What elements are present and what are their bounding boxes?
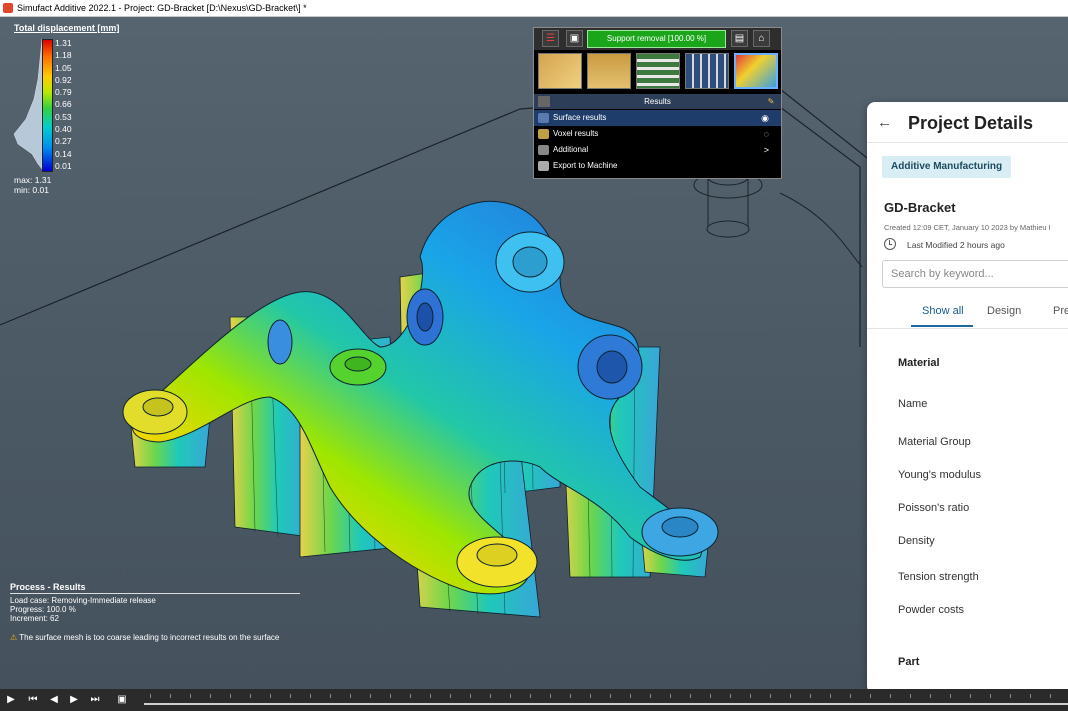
legend-minmax: max: 1.31 min: 0.01 xyxy=(14,175,51,195)
process-info: Process - Results Load case: Removing-Im… xyxy=(10,583,300,642)
legend-title: Total displacement [mm] xyxy=(14,23,120,33)
app-icon xyxy=(3,3,13,13)
legend-tick: 0.27 xyxy=(55,136,72,147)
timeline-track[interactable] xyxy=(144,703,1068,705)
increment: Increment: 62 xyxy=(10,614,59,623)
results-icon xyxy=(538,96,550,107)
play-icon[interactable]: ▶ xyxy=(4,693,18,707)
3d-viewport[interactable]: Total displacement [mm] 1.31 1.18 1.05 0… xyxy=(0,17,1068,689)
step-back-icon[interactable]: ◀ xyxy=(47,693,61,707)
support-removal-button[interactable]: Support removal [100.00 %] xyxy=(587,30,726,48)
clipboard-icon[interactable]: ▤ xyxy=(731,30,748,47)
legend-tick: 0.92 xyxy=(55,74,72,85)
timeline-ticks xyxy=(150,694,1068,698)
pin-icon[interactable]: ✎ xyxy=(765,96,777,107)
legend-tick: 0.53 xyxy=(55,111,72,122)
build-step-tile[interactable] xyxy=(538,53,582,89)
section-part: Part xyxy=(898,656,920,668)
results-header: Results ✎ xyxy=(534,94,781,109)
voxel-icon[interactable]: ◌ xyxy=(764,126,769,142)
menu-item-additional[interactable]: Additional > xyxy=(534,142,781,158)
row-name: Name xyxy=(898,398,928,410)
last-modified: Last Modified 2 hours ago xyxy=(907,240,1005,250)
active-tab-indicator xyxy=(911,325,973,327)
project-details-panel: ← Project Details Additive Manufacturing… xyxy=(867,102,1068,689)
menu-item-export-to-machine[interactable]: Export to Machine xyxy=(534,158,781,174)
category-badge: Additive Manufacturing xyxy=(882,156,1012,178)
tab-pre[interactable]: Pre xyxy=(1053,305,1068,317)
timeline-bar: ▶ ⏮ ◀ ▶ ⏭ ▣ xyxy=(0,689,1068,711)
tab-show-all[interactable]: Show all xyxy=(922,305,964,317)
menu-item-voxel-results[interactable]: Voxel results ◌ xyxy=(534,126,781,142)
legend-tick: 0.66 xyxy=(55,99,72,110)
lock-icon[interactable]: ⌂ xyxy=(753,30,770,47)
support-step-tile[interactable] xyxy=(587,53,631,89)
window-title: Simufact Additive 2022.1 - Project: GD-B… xyxy=(17,3,307,13)
process-panel: ☰ ▣ Support removal [100.00 %] ▤ ⌂ Resul… xyxy=(533,27,782,179)
row-youngs-modulus: Young's modulus xyxy=(898,469,982,481)
row-density: Density xyxy=(898,535,935,547)
displacement-legend: Total displacement [mm] 1.31 1.18 1.05 0… xyxy=(8,23,120,195)
legend-tick: 0.40 xyxy=(55,124,72,135)
eye-icon[interactable]: ◉ xyxy=(761,110,769,126)
surface-results-icon xyxy=(538,113,549,123)
process-title: Process - Results xyxy=(10,583,300,594)
back-arrow-icon[interactable]: ← xyxy=(877,114,892,131)
legend-histogram xyxy=(13,39,42,169)
panel-toolbar: ☰ ▣ Support removal [100.00 %] ▤ ⌂ xyxy=(534,28,781,50)
menu-item-label: Export to Machine xyxy=(553,161,618,170)
legend-color-bar xyxy=(42,39,53,172)
row-poissons-ratio: Poisson's ratio xyxy=(898,502,970,514)
created-info: Created 12:09 CET, January 10 2023 by Ma… xyxy=(884,223,1051,232)
results-header-label: Results xyxy=(644,97,671,106)
progress: Progress: 100.0 % xyxy=(10,605,76,614)
panel-title: Project Details xyxy=(908,113,1034,133)
menu-item-label: Voxel results xyxy=(553,129,599,138)
section-material: Material xyxy=(898,357,940,369)
tab-design[interactable]: Design xyxy=(987,305,1021,317)
skip-to-end-icon[interactable]: ⏭ xyxy=(88,693,102,707)
menu-item-surface-results[interactable]: Surface results ◉ xyxy=(534,110,781,126)
menu-item-label: Additional xyxy=(553,145,589,154)
voxel-results-icon xyxy=(538,129,549,139)
divider xyxy=(867,142,1068,143)
legend-tick: 1.05 xyxy=(55,62,72,73)
legend-min: min: 0.01 xyxy=(14,185,49,195)
clock-icon xyxy=(884,238,896,250)
steps-list-tile[interactable] xyxy=(636,53,680,89)
legend-tick: 0.79 xyxy=(55,87,72,98)
divider xyxy=(867,328,1068,329)
warning-message: ⚠ The surface mesh is too coarse leading… xyxy=(10,633,300,642)
results-tile[interactable] xyxy=(734,53,778,89)
legend-max: max: 1.31 xyxy=(14,175,52,185)
row-powder-costs: Powder costs xyxy=(898,604,965,616)
menu-item-label: Surface results xyxy=(553,113,607,122)
row-material-group: Material Group xyxy=(898,436,971,448)
legend-tick: 0.01 xyxy=(55,160,72,171)
additional-icon xyxy=(538,145,549,155)
title-bar: Simufact Additive 2022.1 - Project: GD-B… xyxy=(0,0,1068,17)
legend-tick: 1.31 xyxy=(55,38,72,48)
load-case: Load case: Removing-Immediate release xyxy=(10,596,156,605)
step-forward-icon[interactable]: ▶ xyxy=(67,693,81,707)
warning-icon: ⚠ xyxy=(10,633,18,642)
search-placeholder: Search by keyword... xyxy=(891,268,994,280)
camera-icon[interactable]: ▣ xyxy=(115,693,129,707)
search-input[interactable]: Search by keyword... xyxy=(882,260,1068,288)
row-tension-strength: Tension strength xyxy=(898,571,979,583)
export-icon xyxy=(538,161,549,171)
legend-tick: 1.18 xyxy=(55,50,72,61)
warning-text: The surface mesh is too coarse leading t… xyxy=(19,633,280,642)
menu-icon[interactable]: ☰ xyxy=(542,30,559,47)
grid-tile[interactable] xyxy=(685,53,729,89)
skip-to-start-icon[interactable]: ⏮ xyxy=(26,693,40,707)
chevron-right-icon: > xyxy=(763,145,769,155)
project-name: GD-Bracket xyxy=(884,200,956,215)
legend-ticks: 1.31 1.18 1.05 0.92 0.79 0.66 0.53 0.40 … xyxy=(55,37,95,172)
save-icon[interactable]: ▣ xyxy=(566,30,583,47)
legend-tick: 0.14 xyxy=(55,148,72,159)
